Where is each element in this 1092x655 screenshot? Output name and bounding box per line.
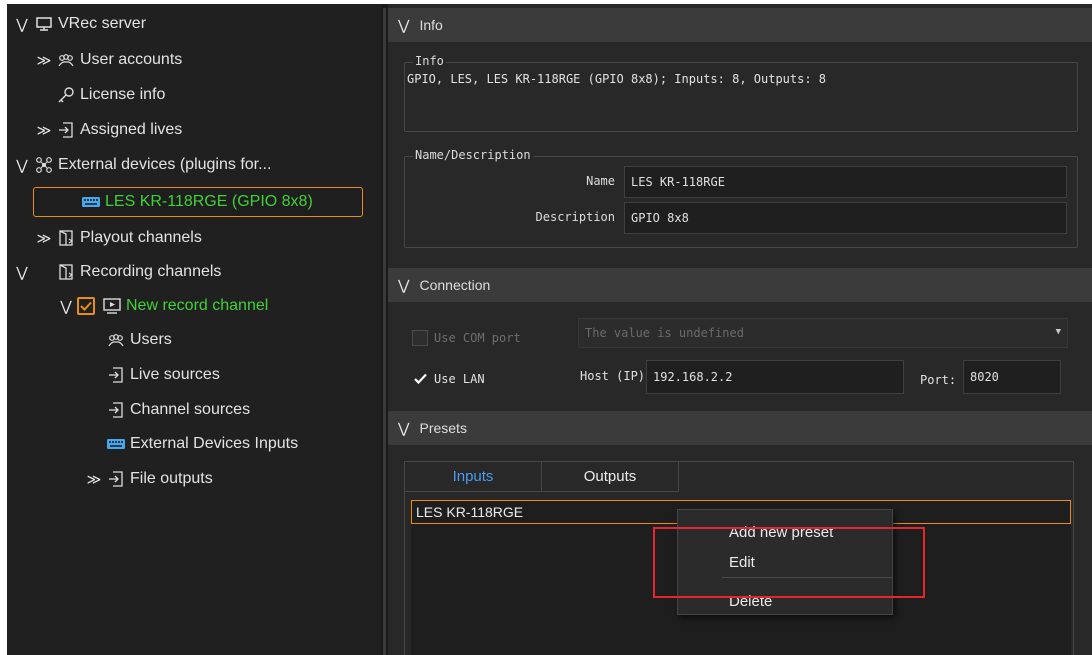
description-label: Description [535, 210, 615, 224]
tree-item-file-outputs[interactable]: ≫ File outputs [83, 463, 213, 495]
chevron-expanded-icon[interactable]: ⋁ [11, 264, 33, 281]
tree-item-label: LES KR-118RGE (GPIO 8x8) [105, 193, 313, 210]
monitor-icon [33, 14, 55, 34]
port-field[interactable]: 8020 [963, 360, 1061, 394]
use-lan-label: Use LAN [434, 372, 485, 386]
tree-item-live-sources[interactable]: Live sources [105, 359, 220, 391]
channel-door-icon [55, 228, 77, 248]
device-tree: ⋁ VRec server ≫ User accounts License in… [7, 0, 381, 655]
tree-item-label: Assigned lives [80, 121, 183, 138]
chevron-collapsed-icon[interactable]: ≫ [33, 230, 55, 247]
record-screen-icon [101, 296, 123, 316]
section-title: Presets [419, 420, 467, 436]
tree-item-label: Live sources [130, 366, 220, 383]
tree-item-label: License info [80, 86, 166, 103]
section-title: Info [419, 17, 443, 33]
checkmark-icon [413, 373, 427, 384]
dropdown-arrow-icon[interactable]: ▼ [1056, 327, 1061, 337]
chevron-collapsed-icon[interactable]: ≫ [33, 122, 55, 139]
source-input-icon [55, 120, 77, 140]
menu-item-edit[interactable]: Edit [678, 547, 892, 577]
menu-item-label: Add new preset [729, 523, 834, 541]
menu-separator [722, 577, 892, 578]
chevron-expanded-icon[interactable]: ⋁ [398, 17, 409, 34]
presets-section-header[interactable]: ⋁ Presets [388, 411, 1092, 445]
tree-item-label: New record channel [126, 297, 269, 314]
menu-item-delete[interactable]: Delete [678, 586, 892, 616]
preset-context-menu: Add new preset Edit Delete [677, 509, 893, 615]
tree-item-assigned-lives[interactable]: ≫ Assigned lives [33, 114, 183, 146]
tree-item-recording-channels[interactable]: ⋁ Recording channels [11, 256, 221, 288]
section-title: Connection [419, 277, 491, 293]
tree-item-channel-sources[interactable]: Channel sources [105, 394, 250, 426]
name-label: Name [586, 174, 615, 188]
users-icon [105, 330, 127, 350]
use-com-port-checkbox[interactable] [412, 330, 428, 346]
tree-item-new-record-channel[interactable]: ⋁ New record channel [55, 290, 268, 322]
tab-outputs[interactable]: Outputs [542, 462, 679, 492]
keyboard-device-icon [80, 192, 102, 212]
panel-splitter[interactable] [381, 0, 388, 655]
tree-item-label: User accounts [80, 51, 183, 68]
tree-item-label: Recording channels [80, 263, 222, 280]
tab-label: Outputs [583, 468, 637, 485]
menu-item-label: Delete [729, 592, 773, 610]
tree-item-label: File outputs [130, 470, 213, 487]
users-icon [55, 50, 77, 70]
source-input-icon [105, 469, 127, 489]
tab-inputs[interactable]: Inputs [405, 462, 542, 492]
description-field[interactable]: GPIO 8x8 [624, 202, 1067, 234]
group-title: Name/Description [413, 148, 533, 162]
tree-item-external-devices-inputs[interactable]: External Devices Inputs [105, 428, 298, 460]
channel-door-icon [55, 262, 77, 282]
tree-item-label: External Devices Inputs [130, 435, 299, 452]
source-input-icon [105, 400, 127, 420]
tab-label: Inputs [452, 468, 494, 485]
tree-item-playout-channels[interactable]: ≫ Playout channels [33, 222, 202, 254]
com-port-value: The value is undefined [585, 326, 744, 340]
tree-item-users[interactable]: Users [105, 324, 172, 356]
tree-item-label: VRec server [58, 15, 147, 32]
host-ip-label: Host (IP): [580, 369, 653, 383]
name-field[interactable]: LES KR-118RGE [624, 166, 1067, 198]
info-section-header[interactable]: ⋁ Info [388, 8, 1092, 42]
tree-item-vrec-server[interactable]: ⋁ VRec server [11, 8, 146, 40]
name-description-group: Name/Description Name LES KR-118RGE Desc… [404, 148, 1078, 248]
tree-item-license-info[interactable]: License info [55, 79, 165, 111]
channel-enabled-checkbox[interactable] [77, 297, 95, 315]
tree-item-label: Users [130, 331, 172, 348]
tree-item-external-devices[interactable]: ⋁ External devices (plugins for... [11, 149, 271, 181]
device-info-text: GPIO, LES, LES KR-118RGE (GPIO 8x8); Inp… [407, 72, 827, 86]
com-port-select[interactable]: The value is undefined ▼ [578, 318, 1068, 348]
port-label: Port: [920, 373, 957, 387]
chevron-collapsed-icon[interactable]: ≫ [83, 471, 105, 488]
plugin-network-icon [33, 155, 55, 175]
key-icon [55, 85, 77, 105]
tree-item-label: Playout channels [80, 229, 202, 246]
tree-item-label: External devices (plugins for... [58, 156, 272, 173]
use-com-port-label: Use COM port [434, 331, 521, 345]
info-group: Info GPIO, LES, LES KR-118RGE (GPIO 8x8)… [404, 54, 1078, 132]
menu-item-add-new-preset[interactable]: Add new preset [678, 517, 892, 547]
preset-label: LES KR-118RGE [416, 504, 524, 520]
use-lan-checkbox[interactable] [412, 370, 428, 386]
chevron-expanded-icon[interactable]: ⋁ [398, 277, 409, 294]
chevron-collapsed-icon[interactable]: ≫ [33, 52, 55, 69]
chevron-expanded-icon[interactable]: ⋁ [11, 157, 33, 174]
keyboard-device-icon [105, 434, 127, 454]
connection-section-header[interactable]: ⋁ Connection [388, 268, 1092, 302]
host-ip-field[interactable]: 192.168.2.2 [646, 360, 904, 394]
tree-item-user-accounts[interactable]: ≫ User accounts [33, 44, 183, 76]
menu-item-label: Edit [729, 553, 755, 571]
tree-item-label: Channel sources [130, 401, 251, 418]
tree-item-les-kr-118rge[interactable]: LES KR-118RGE (GPIO 8x8) [33, 187, 363, 217]
chevron-expanded-icon[interactable]: ⋁ [398, 420, 409, 437]
chevron-expanded-icon[interactable]: ⋁ [11, 16, 33, 33]
source-input-icon [105, 365, 127, 385]
chevron-expanded-icon[interactable]: ⋁ [55, 298, 77, 315]
group-title: Info [413, 54, 446, 68]
